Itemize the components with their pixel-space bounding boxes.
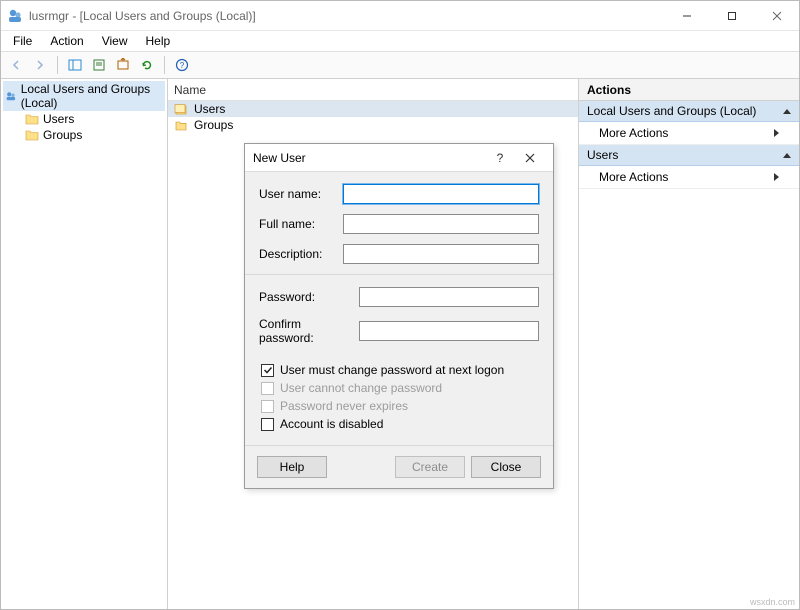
create-button[interactable]: Create (395, 456, 465, 478)
svg-text:?: ? (180, 61, 185, 70)
help-button[interactable]: Help (257, 456, 327, 478)
fullname-input[interactable] (343, 214, 539, 234)
checkbox-label: Password never expires (280, 399, 408, 413)
checkbox-label: User must change password at next logon (280, 363, 504, 377)
confirm-password-input[interactable] (359, 321, 539, 341)
checkbox-account-disabled[interactable]: Account is disabled (259, 417, 539, 431)
checkbox-icon (261, 382, 274, 395)
tree-item-users[interactable]: Users (3, 111, 165, 127)
actions-entry-label: More Actions (599, 170, 668, 184)
menu-help[interactable]: Help (138, 32, 179, 50)
collapse-icon (783, 109, 791, 114)
folder-icon (25, 113, 39, 125)
watermark: wsxdn.com (750, 597, 795, 607)
list-item-groups[interactable]: Groups (168, 117, 578, 133)
fullname-label: Full name: (259, 217, 343, 231)
username-label: User name: (259, 187, 343, 201)
folder-icon (174, 118, 188, 132)
actions-entry-label: More Actions (599, 126, 668, 140)
back-button[interactable] (5, 54, 27, 76)
checkbox-label: Account is disabled (280, 417, 383, 431)
actions-section-users[interactable]: Users (579, 145, 799, 166)
toolbar-separator (164, 56, 165, 74)
list-item-label: Groups (194, 118, 233, 132)
actions-pane: Actions Local Users and Groups (Local) M… (579, 79, 799, 609)
tree-root[interactable]: Local Users and Groups (Local) (3, 81, 165, 111)
dialog-help-button[interactable]: ? (485, 147, 515, 169)
maximize-button[interactable] (709, 1, 754, 30)
username-input[interactable] (343, 184, 539, 204)
show-hide-tree-button[interactable] (64, 54, 86, 76)
tree-label: Groups (43, 128, 82, 142)
app-icon (7, 8, 23, 24)
actions-header: Actions (579, 79, 799, 101)
users-groups-icon (5, 89, 17, 103)
dialog-titlebar: New User ? (245, 144, 553, 172)
tree-pane: Local Users and Groups (Local) Users Gro… (1, 79, 168, 609)
titlebar: lusrmgr - [Local Users and Groups (Local… (1, 1, 799, 31)
checkbox-label: User cannot change password (280, 381, 442, 395)
properties-button[interactable] (88, 54, 110, 76)
tree-item-groups[interactable]: Groups (3, 127, 165, 143)
chevron-right-icon (774, 129, 779, 137)
window-title: lusrmgr - [Local Users and Groups (Local… (29, 9, 664, 23)
checkbox-never-expires: Password never expires (259, 399, 539, 413)
export-button[interactable] (112, 54, 134, 76)
column-header-name[interactable]: Name (168, 79, 578, 101)
list-item-label: Users (194, 102, 225, 116)
help-button[interactable]: ? (171, 54, 193, 76)
actions-entry-more-users[interactable]: More Actions (579, 166, 799, 189)
menu-file[interactable]: File (5, 32, 40, 50)
checkbox-cannot-change: User cannot change password (259, 381, 539, 395)
menu-action[interactable]: Action (42, 32, 91, 50)
confirm-password-label: Confirm password: (259, 317, 359, 345)
minimize-button[interactable] (664, 1, 709, 30)
menu-view[interactable]: View (94, 32, 136, 50)
refresh-button[interactable] (136, 54, 158, 76)
close-button[interactable]: Close (471, 456, 541, 478)
toolbar: ? (1, 51, 799, 79)
close-button[interactable] (754, 1, 799, 30)
folder-stack-icon (174, 102, 188, 116)
dialog-title: New User (253, 151, 485, 165)
chevron-right-icon (774, 173, 779, 181)
tree-root-label: Local Users and Groups (Local) (21, 82, 163, 110)
new-user-dialog: New User ? User name: Full name: Descrip… (244, 143, 554, 489)
checkbox-must-change[interactable]: User must change password at next logon (259, 363, 539, 377)
actions-section-title: Local Users and Groups (Local) (587, 104, 756, 118)
password-label: Password: (259, 290, 359, 304)
actions-section-root[interactable]: Local Users and Groups (Local) (579, 101, 799, 122)
list-item-users[interactable]: Users (168, 101, 578, 117)
password-input[interactable] (359, 287, 539, 307)
dialog-close-button[interactable] (515, 147, 545, 169)
toolbar-separator (57, 56, 58, 74)
menubar: File Action View Help (1, 31, 799, 51)
collapse-icon (783, 153, 791, 158)
folder-icon (25, 129, 39, 141)
description-label: Description: (259, 247, 343, 261)
checkbox-icon (261, 400, 274, 413)
forward-button[interactable] (29, 54, 51, 76)
tree-label: Users (43, 112, 74, 126)
actions-section-title: Users (587, 148, 618, 162)
checkbox-icon (261, 418, 274, 431)
description-input[interactable] (343, 244, 539, 264)
actions-entry-more-root[interactable]: More Actions (579, 122, 799, 145)
checkbox-icon (261, 364, 274, 377)
